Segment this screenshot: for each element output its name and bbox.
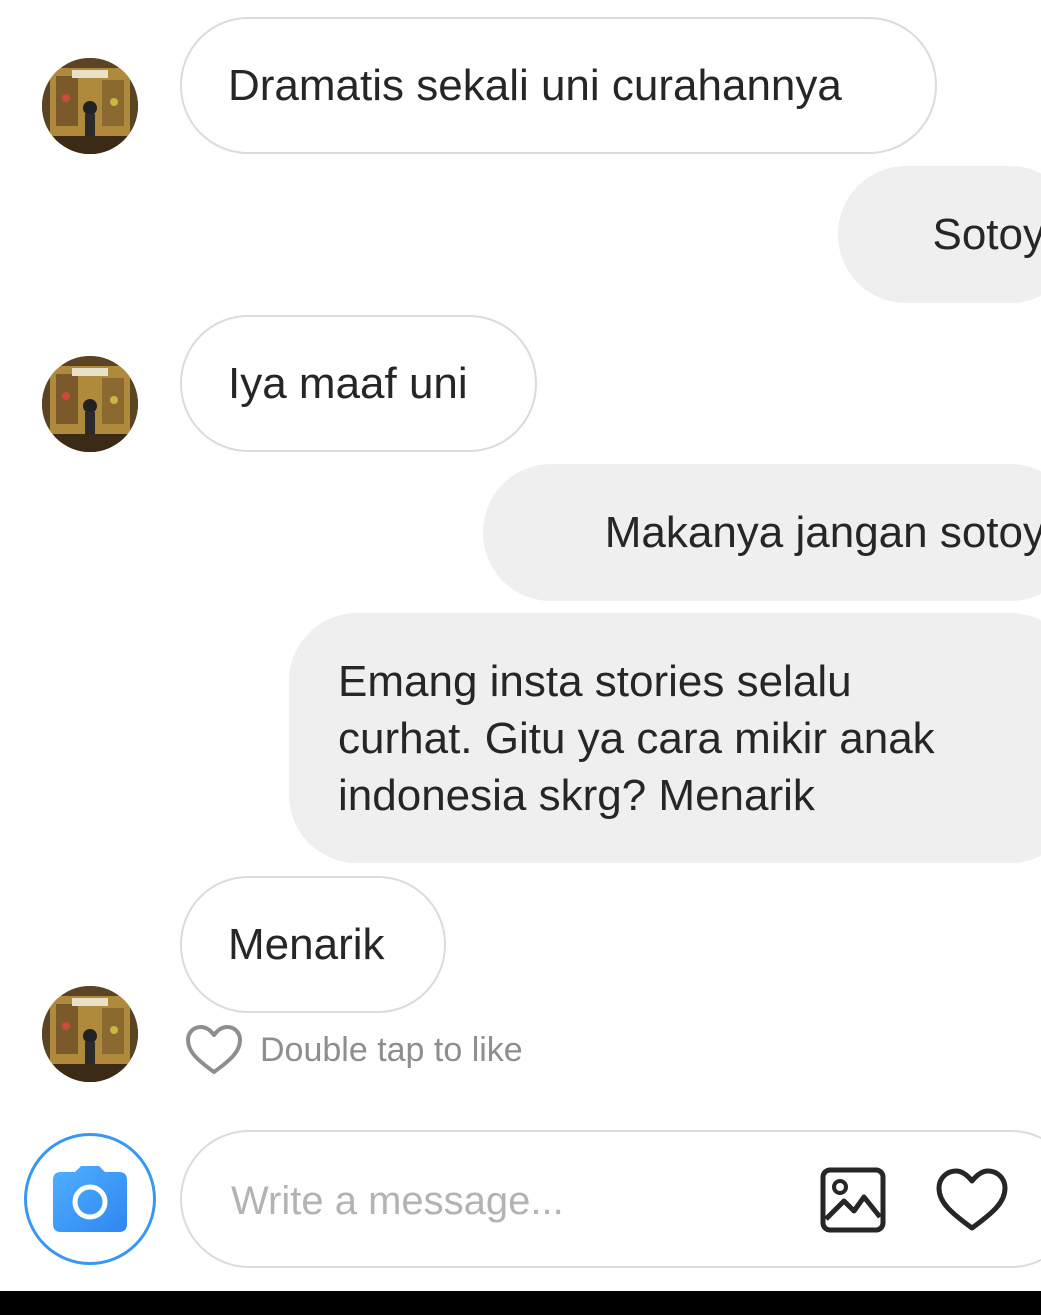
message-composer: [180, 1130, 1041, 1268]
contact-avatar[interactable]: [42, 356, 138, 452]
message-bubble-incoming[interactable]: Iya maaf uni: [180, 315, 537, 452]
message-text: Makanya jangan sotoy: [604, 508, 1041, 557]
message-bubble-incoming[interactable]: Menarik: [180, 876, 446, 1013]
message-text: Dramatis sekali uni curahannya: [228, 61, 842, 110]
camera-button[interactable]: [24, 1133, 156, 1265]
camera-icon: [53, 1166, 127, 1232]
message-bubble-outgoing[interactable]: Emang insta stories selalu curhat. Gitu …: [289, 613, 1041, 863]
message-bubble-outgoing[interactable]: Makanya jangan sotoy: [483, 464, 1041, 601]
gallery-button[interactable]: [818, 1165, 888, 1235]
message-text-line: indonesia skrg? Menarik: [338, 770, 815, 820]
message-bubble-incoming[interactable]: Dramatis sekali uni curahannya: [180, 17, 937, 154]
message-bubble-outgoing[interactable]: Sotoy: [838, 166, 1041, 303]
system-navigation-bar: [0, 1291, 1041, 1315]
like-send-button[interactable]: [934, 1165, 1010, 1235]
heart-icon: [936, 1168, 1008, 1231]
like-hint[interactable]: Double tap to like: [184, 1023, 523, 1077]
message-text: Sotoy: [932, 210, 1041, 259]
heart-outline-icon: [186, 1025, 242, 1074]
image-icon: [820, 1167, 886, 1233]
message-text: Iya maaf uni: [228, 359, 468, 408]
contact-avatar[interactable]: [42, 58, 138, 154]
avatar-photo: [42, 58, 138, 154]
message-text-line: Emang insta stories selalu: [338, 656, 852, 706]
message-input[interactable]: [229, 1165, 793, 1237]
message-text-line: curhat. Gitu ya cara mikir anak: [338, 713, 935, 763]
contact-avatar[interactable]: [42, 986, 138, 1082]
like-hint-label: Double tap to like: [260, 1030, 523, 1069]
avatar-photo: [42, 356, 138, 452]
message-text: Menarik: [228, 920, 385, 969]
avatar-photo: [42, 986, 138, 1082]
